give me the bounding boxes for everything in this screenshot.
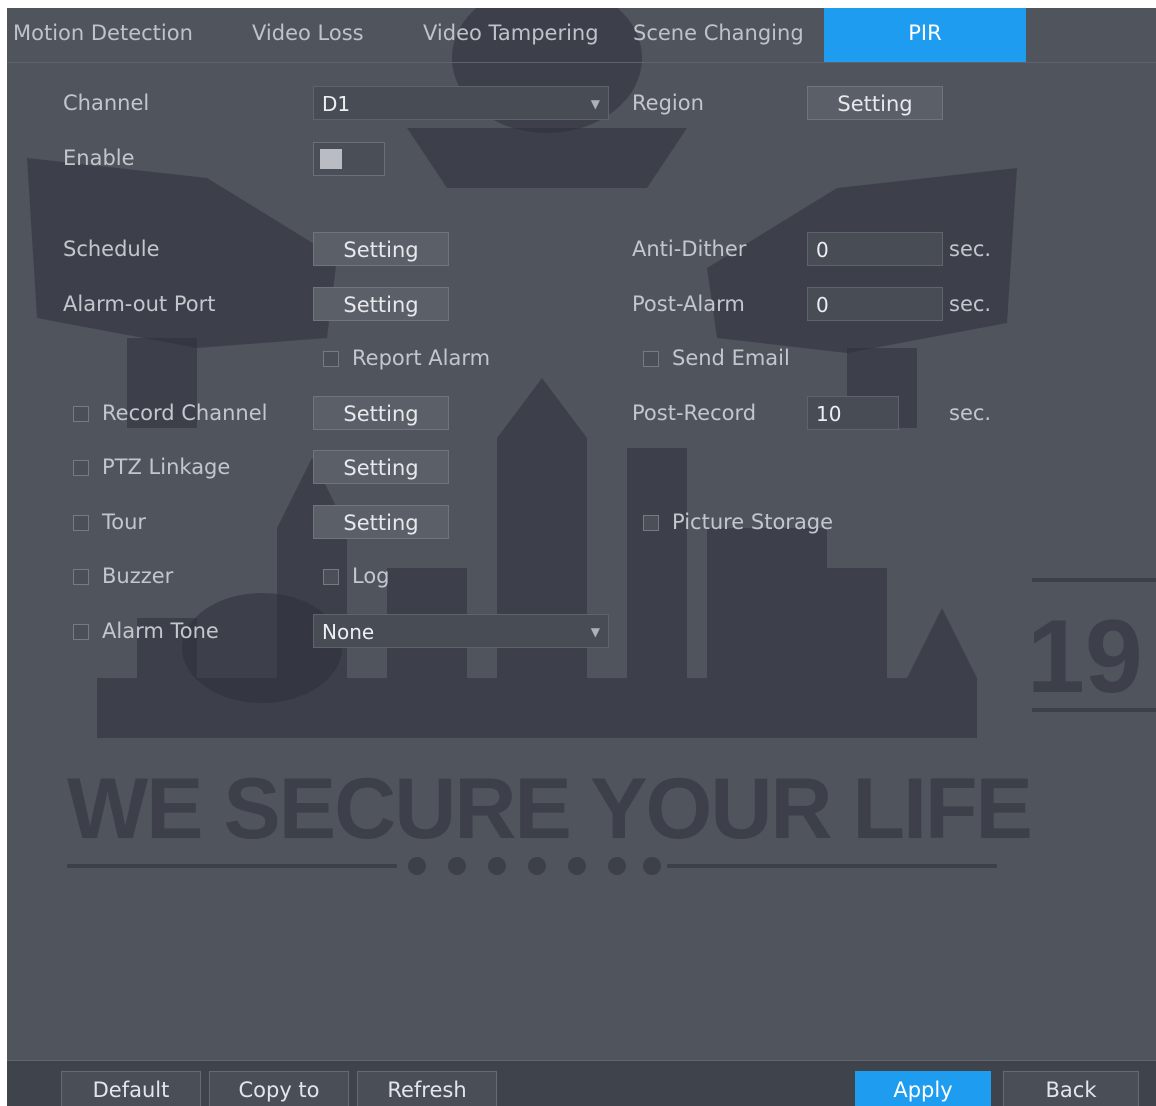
footer-bar: Default Copy to Refresh Apply Back	[7, 1060, 1156, 1106]
pir-settings-panel: WE SECURE YOUR LIFE 19 Motion Detection …	[7, 8, 1156, 1106]
schedule-label: Schedule	[63, 237, 160, 261]
record-channel-setting-button[interactable]: Setting	[313, 396, 449, 430]
tour-label: Tour	[102, 510, 147, 534]
region-label: Region	[632, 91, 704, 115]
record-channel-checkbox[interactable]	[73, 406, 89, 422]
channel-select[interactable]: D1 ▼	[313, 86, 609, 120]
watermark-slogan: WE SECURE YOUR LIFE	[67, 761, 1033, 857]
anti-dither-input[interactable]: 0	[807, 232, 943, 266]
report-alarm-checkbox[interactable]	[323, 351, 339, 367]
default-button[interactable]: Default	[61, 1071, 201, 1106]
picture-storage-label: Picture Storage	[672, 510, 834, 534]
tab-scene-changing[interactable]: Scene Changing	[633, 8, 804, 62]
refresh-button[interactable]: Refresh	[357, 1071, 497, 1106]
post-alarm-label: Post-Alarm	[632, 292, 745, 316]
alarm-tone-value: None	[322, 620, 375, 644]
tab-motion-detection[interactable]: Motion Detection	[13, 8, 193, 62]
tab-pir[interactable]: PIR	[824, 8, 1026, 62]
ptz-linkage-checkbox[interactable]	[73, 460, 89, 476]
channel-label: Channel	[63, 91, 150, 115]
alarm-out-port-label: Alarm-out Port	[63, 292, 216, 316]
post-alarm-input[interactable]: 0	[807, 287, 943, 321]
chevron-down-icon: ▼	[590, 625, 600, 639]
post-record-input[interactable]: 10	[807, 396, 899, 430]
region-setting-button[interactable]: Setting	[807, 86, 943, 120]
post-record-unit: sec.	[949, 401, 992, 425]
tab-video-loss[interactable]: Video Loss	[252, 8, 364, 62]
tab-bar: Motion Detection Video Loss Video Tamper…	[7, 8, 1156, 63]
back-button[interactable]: Back	[1003, 1071, 1139, 1106]
post-record-label: Post-Record	[632, 401, 757, 425]
tour-setting-button[interactable]: Setting	[313, 505, 449, 539]
alarm-tone-label: Alarm Tone	[102, 619, 219, 643]
send-email-checkbox[interactable]	[643, 351, 659, 367]
enable-toggle[interactable]	[313, 142, 385, 176]
record-channel-label: Record Channel	[102, 401, 268, 425]
anti-dither-unit: sec.	[949, 237, 992, 261]
watermark-number: 19	[1027, 599, 1143, 715]
enable-label: Enable	[63, 146, 135, 170]
channel-value: D1	[322, 92, 351, 116]
picture-storage-checkbox[interactable]	[643, 515, 659, 531]
alarm-out-setting-button[interactable]: Setting	[313, 287, 449, 321]
tab-video-tampering[interactable]: Video Tampering	[423, 8, 599, 62]
report-alarm-label: Report Alarm	[352, 346, 491, 370]
post-alarm-unit: sec.	[949, 292, 992, 316]
anti-dither-label: Anti-Dither	[632, 237, 747, 261]
ptz-linkage-setting-button[interactable]: Setting	[313, 450, 449, 484]
watermark: WE SECURE YOUR LIFE 19	[7, 8, 1156, 1106]
toggle-knob	[320, 149, 342, 169]
send-email-label: Send Email	[672, 346, 790, 370]
schedule-setting-button[interactable]: Setting	[313, 232, 449, 266]
alarm-tone-checkbox[interactable]	[73, 624, 89, 640]
ptz-linkage-label: PTZ Linkage	[102, 455, 231, 479]
log-checkbox[interactable]	[323, 569, 339, 585]
watermark-graphic	[27, 8, 1156, 875]
chevron-down-icon: ▼	[590, 97, 600, 111]
buzzer-checkbox[interactable]	[73, 569, 89, 585]
alarm-tone-select[interactable]: None ▼	[313, 614, 609, 648]
buzzer-label: Buzzer	[102, 564, 174, 588]
log-label: Log	[352, 564, 390, 588]
apply-button[interactable]: Apply	[855, 1071, 991, 1106]
tour-checkbox[interactable]	[73, 515, 89, 531]
copy-to-button[interactable]: Copy to	[209, 1071, 349, 1106]
